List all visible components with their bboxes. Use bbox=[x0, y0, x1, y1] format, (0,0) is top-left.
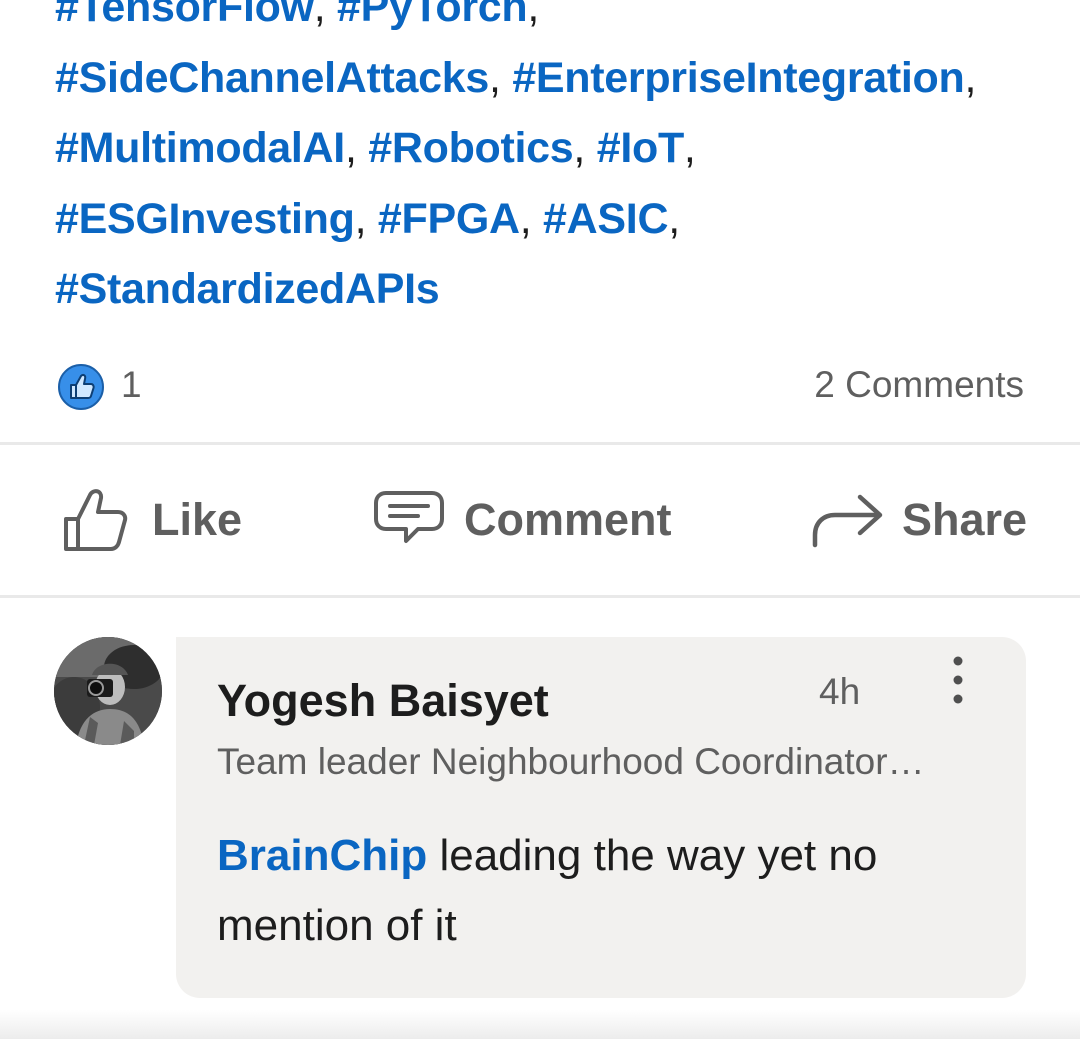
comment-button-label: Comment bbox=[464, 494, 672, 545]
hashtag-link[interactable]: #IoT bbox=[597, 124, 685, 172]
reaction-count[interactable]: 1 bbox=[121, 364, 142, 406]
hashtag-link[interactable]: #ASIC bbox=[543, 195, 668, 243]
hashtag-link[interactable]: #TensorFlow bbox=[55, 0, 314, 31]
comment-author-headline: Team leader Neighbourhood Coordinator… bbox=[217, 741, 925, 782]
post-hashtags: #TensorFlow, #PyTorch, #SideChannelAttack… bbox=[55, 0, 1045, 325]
hashtag-link[interactable]: #MultimodalAI bbox=[55, 124, 345, 172]
comment-bubble: Yogesh Baisyet 4h Team leader Neighbourh… bbox=[176, 637, 1026, 998]
hashtag-link[interactable]: #EnterpriseIntegration bbox=[512, 54, 964, 102]
avatar[interactable] bbox=[54, 637, 162, 745]
social-counts-row: 1 2 Comments bbox=[0, 356, 1080, 418]
hashtag-link[interactable]: #SideChannelAttacks bbox=[55, 54, 489, 102]
comments-count-link[interactable]: 2 Comments bbox=[814, 364, 1024, 406]
divider bbox=[0, 442, 1080, 445]
hashtag-line: #TensorFlow, #PyTorch, bbox=[55, 0, 1045, 43]
hashtag-line: #SideChannelAttacks, #EnterpriseIntegrat… bbox=[55, 43, 1045, 114]
hashtag-separator: , bbox=[489, 53, 513, 102]
hashtag-separator: , bbox=[527, 0, 540, 31]
hashtag-separator: , bbox=[519, 194, 544, 243]
comment-button[interactable]: Comment bbox=[372, 480, 672, 560]
comment-author-name[interactable]: Yogesh Baisyet bbox=[217, 675, 549, 727]
divider bbox=[0, 595, 1080, 598]
hashtag-separator: , bbox=[683, 124, 696, 172]
hashtag-link[interactable]: #FPGA bbox=[378, 195, 520, 243]
hashtag-line: #MultimodalAI, #Robotics, #IoT, bbox=[55, 113, 1045, 184]
comment-timestamp: 4h bbox=[819, 671, 861, 712]
hashtag-separator: , bbox=[668, 194, 680, 243]
hashtag-line: #ESGInvesting, #FPGA, #ASIC, bbox=[55, 184, 1045, 255]
share-arrow-icon bbox=[810, 491, 884, 549]
comment-text: BrainChip leading the way yet no mention… bbox=[217, 821, 977, 961]
hashtag-separator: , bbox=[573, 124, 597, 172]
thumbs-up-icon bbox=[62, 485, 130, 555]
mention-link[interactable]: BrainChip bbox=[217, 831, 427, 880]
share-button[interactable]: Share bbox=[810, 480, 1027, 560]
hashtag-link[interactable]: #StandardizedAPIs bbox=[55, 265, 440, 313]
hashtag-link[interactable]: #Robotics bbox=[368, 124, 573, 172]
like-button[interactable]: Like bbox=[62, 480, 242, 560]
hashtag-separator: , bbox=[344, 124, 369, 172]
hashtag-separator: , bbox=[313, 0, 338, 31]
like-thumb-icon[interactable] bbox=[57, 363, 105, 411]
share-button-label: Share bbox=[902, 494, 1028, 545]
more-vertical-icon[interactable] bbox=[946, 653, 970, 707]
like-button-label: Like bbox=[152, 494, 243, 545]
bottom-nav-shadow bbox=[0, 1010, 1080, 1039]
hashtag-link[interactable]: #ESGInvesting bbox=[55, 195, 355, 243]
hashtag-separator: , bbox=[964, 53, 977, 102]
hashtag-separator: , bbox=[354, 194, 378, 243]
hashtag-line: #StandardizedAPIs bbox=[55, 254, 1045, 325]
post-action-bar: Like Comment Share bbox=[0, 460, 1080, 580]
speech-bubble-icon bbox=[372, 489, 446, 551]
hashtag-link[interactable]: #PyTorch bbox=[337, 0, 528, 31]
